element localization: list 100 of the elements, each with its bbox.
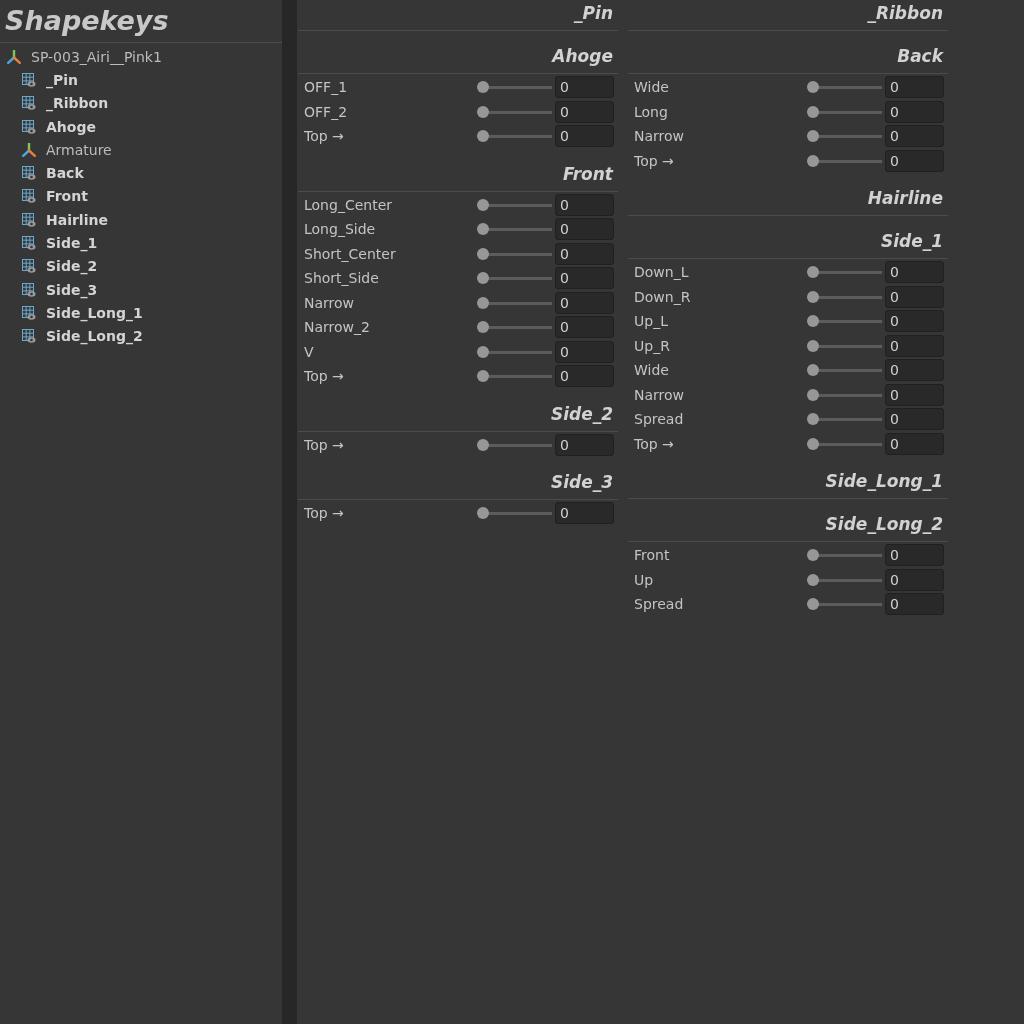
slider-thumb[interactable] xyxy=(807,315,819,328)
slider-track[interactable] xyxy=(807,388,882,401)
slider-thumb[interactable] xyxy=(807,388,819,401)
value-field[interactable]: 0 xyxy=(885,76,944,99)
slider-track[interactable] xyxy=(807,364,882,377)
value-field[interactable]: 0 xyxy=(885,593,944,616)
tree-item[interactable]: Front xyxy=(22,184,88,209)
slider-track[interactable] xyxy=(477,507,552,520)
value-field[interactable]: 0 xyxy=(555,365,614,388)
slider-thumb[interactable] xyxy=(807,81,819,94)
value-field[interactable]: 0 xyxy=(885,310,944,333)
tree-item[interactable]: Armature xyxy=(22,138,112,162)
value-field[interactable]: 0 xyxy=(885,100,944,123)
slider-thumb[interactable] xyxy=(477,370,489,383)
slider-track[interactable] xyxy=(807,266,882,279)
tree-item[interactable]: Back xyxy=(22,161,84,185)
slider-thumb[interactable] xyxy=(477,81,489,94)
slider-track[interactable] xyxy=(477,105,552,118)
tree-item[interactable]: Hairline xyxy=(22,208,108,232)
slider-track[interactable] xyxy=(477,81,552,94)
slider-thumb[interactable] xyxy=(477,105,489,118)
slider-thumb[interactable] xyxy=(477,130,489,143)
value-field[interactable]: 0 xyxy=(555,316,614,339)
slider-thumb[interactable] xyxy=(807,437,819,450)
slider-thumb[interactable] xyxy=(477,296,489,309)
value-field[interactable]: 0 xyxy=(555,125,614,148)
slider-thumb[interactable] xyxy=(807,573,819,586)
slider-thumb[interactable] xyxy=(477,272,489,285)
slider-track[interactable] xyxy=(477,247,552,260)
value-field[interactable]: 0 xyxy=(885,383,944,406)
tree-item[interactable]: Side_3 xyxy=(22,277,98,302)
slider-track[interactable] xyxy=(807,549,882,562)
value-field[interactable]: 0 xyxy=(885,432,944,455)
slider-label: Narrow xyxy=(634,127,685,146)
value-field[interactable]: 0 xyxy=(555,340,614,363)
slider-thumb[interactable] xyxy=(807,266,819,279)
slider-track[interactable] xyxy=(807,315,882,328)
slider-thumb[interactable] xyxy=(807,413,819,426)
slider-track[interactable] xyxy=(807,154,882,167)
slider-track[interactable] xyxy=(807,573,882,586)
slider-thumb[interactable] xyxy=(807,339,819,352)
slider-label: Top → xyxy=(634,434,674,453)
tree-item[interactable]: Side_Long_1 xyxy=(22,301,143,325)
slider-track[interactable] xyxy=(477,198,552,211)
slider-thumb[interactable] xyxy=(477,321,489,334)
tree-item[interactable]: Side_1 xyxy=(22,231,98,255)
slider-thumb[interactable] xyxy=(807,598,819,611)
slider-track[interactable] xyxy=(807,81,882,94)
value-field[interactable]: 0 xyxy=(555,291,614,314)
slider-thumb[interactable] xyxy=(477,247,489,260)
tree-item[interactable]: Ahoge xyxy=(22,114,96,139)
slider-thumb[interactable] xyxy=(477,198,489,211)
value-field[interactable]: 0 xyxy=(885,149,944,172)
slider-track[interactable] xyxy=(807,105,882,118)
slider-thumb[interactable] xyxy=(807,154,819,167)
slider-track[interactable] xyxy=(807,290,882,303)
slider-thumb[interactable] xyxy=(477,223,489,236)
value-field[interactable]: 0 xyxy=(555,193,614,216)
slider-track[interactable] xyxy=(477,345,552,358)
slider-thumb[interactable] xyxy=(807,364,819,377)
tree-item[interactable]: _Pin xyxy=(22,68,79,92)
slider-track[interactable] xyxy=(807,339,882,352)
slider-track[interactable] xyxy=(807,437,882,450)
slider-track[interactable] xyxy=(807,130,882,143)
value-field[interactable]: 0 xyxy=(885,125,944,148)
tree-item[interactable]: Side_2 xyxy=(22,254,98,278)
value-field[interactable]: 0 xyxy=(885,261,944,284)
value-field[interactable]: 0 xyxy=(885,285,944,308)
tree-item[interactable]: Side_Long_2 xyxy=(22,324,143,348)
slider-thumb[interactable] xyxy=(807,549,819,562)
slider-track[interactable] xyxy=(477,272,552,285)
slider-label: OFF_2 xyxy=(304,102,348,121)
value-field[interactable]: 0 xyxy=(885,568,944,591)
slider-track[interactable] xyxy=(477,296,552,309)
value-field[interactable]: 0 xyxy=(555,267,614,290)
slider-track[interactable] xyxy=(477,130,552,143)
slider-track[interactable] xyxy=(477,223,552,236)
slider-track[interactable] xyxy=(477,321,552,334)
slider-track[interactable] xyxy=(477,438,552,451)
value-field[interactable]: 0 xyxy=(555,218,614,241)
slider-thumb[interactable] xyxy=(807,130,819,143)
slider-thumb[interactable] xyxy=(477,438,489,451)
slider-thumb[interactable] xyxy=(807,105,819,118)
tree-item[interactable]: _Ribbon xyxy=(22,91,109,115)
value-field[interactable]: 0 xyxy=(885,334,944,357)
value-field[interactable]: 0 xyxy=(555,100,614,123)
value-field[interactable]: 0 xyxy=(885,359,944,382)
slider-thumb[interactable] xyxy=(807,290,819,303)
value-field[interactable]: 0 xyxy=(555,242,614,265)
slider-thumb[interactable] xyxy=(477,345,489,358)
value-field[interactable]: 0 xyxy=(555,433,614,456)
value-field[interactable]: 0 xyxy=(555,76,614,99)
tree-item[interactable]: SP-003_Airi__Pink1 xyxy=(7,45,162,69)
value-field[interactable]: 0 xyxy=(555,502,614,525)
slider-track[interactable] xyxy=(807,413,882,426)
slider-thumb[interactable] xyxy=(477,507,489,520)
value-field[interactable]: 0 xyxy=(885,544,944,567)
slider-track[interactable] xyxy=(807,598,882,611)
value-field[interactable]: 0 xyxy=(885,408,944,431)
slider-track[interactable] xyxy=(477,370,552,383)
